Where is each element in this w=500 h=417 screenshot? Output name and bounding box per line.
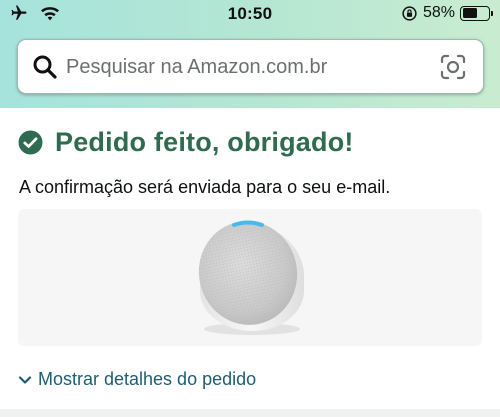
header-area: 10:50 58% — [0, 0, 500, 108]
show-order-details-label: Mostrar detalhes do pedido — [38, 369, 257, 389]
confirmation-heading: Pedido feito, obrigado! — [18, 127, 354, 158]
camera-scan-icon[interactable] — [440, 54, 466, 80]
section-divider — [0, 409, 500, 417]
battery-tip — [491, 10, 493, 16]
confirmation-subtitle: A confirmação será enviada para o seu e-… — [19, 177, 391, 197]
battery-icon — [460, 5, 493, 21]
battery-percent: 58% — [422, 4, 455, 21]
search-input[interactable] — [66, 40, 426, 95]
search-icon — [33, 55, 57, 79]
battery-fill — [462, 8, 477, 18]
product-card[interactable] — [18, 209, 482, 346]
status-bar: 10:50 58% — [0, 0, 500, 32]
echo-pop-speaker-image — [198, 220, 304, 335]
search-bar[interactable] — [17, 39, 484, 95]
check-circle-icon — [18, 130, 43, 155]
status-right: 58% — [401, 4, 493, 22]
show-order-details-link[interactable]: Mostrar detalhes do pedido — [18, 369, 256, 390]
orientation-lock-icon — [402, 5, 417, 21]
chevron-down-icon — [18, 375, 32, 384]
confirmation-title: Pedido feito, obrigado! — [55, 127, 354, 157]
